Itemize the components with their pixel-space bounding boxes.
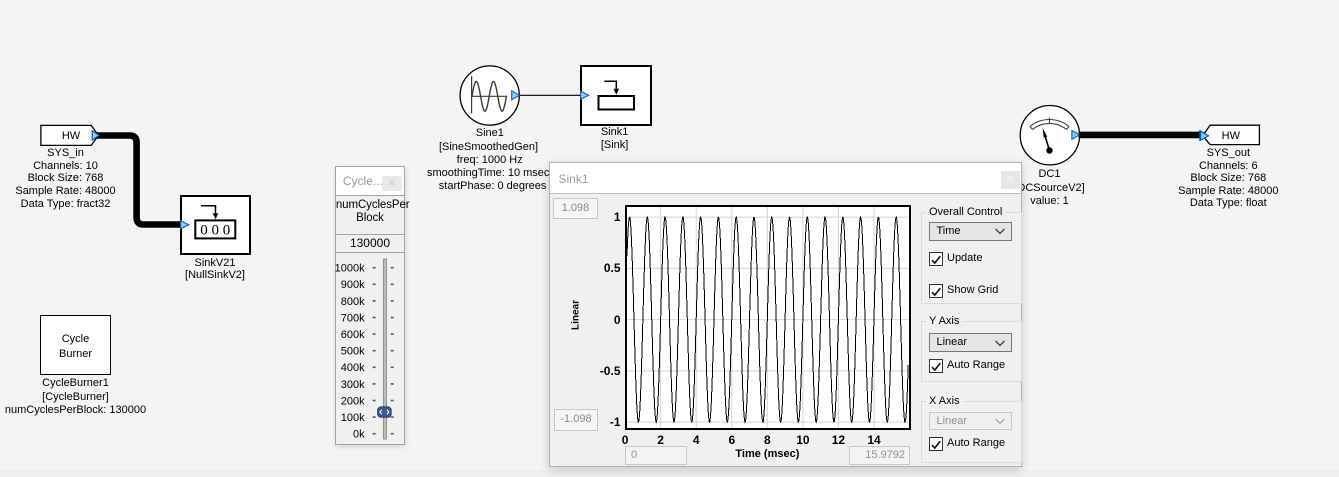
svg-text:600k: 600k	[341, 329, 365, 341]
svg-text:500k: 500k	[341, 346, 365, 358]
svg-text:900k: 900k	[341, 279, 365, 291]
svg-text:1000k: 1000k	[335, 263, 365, 275]
svg-text:800k: 800k	[341, 296, 365, 308]
svg-text:0k: 0k	[353, 429, 365, 441]
svg-text:200k: 200k	[341, 395, 365, 407]
svg-text:700k: 700k	[341, 312, 365, 324]
svg-text:300k: 300k	[341, 379, 365, 391]
svg-text:400k: 400k	[341, 362, 365, 374]
svg-text:100k: 100k	[341, 412, 365, 424]
